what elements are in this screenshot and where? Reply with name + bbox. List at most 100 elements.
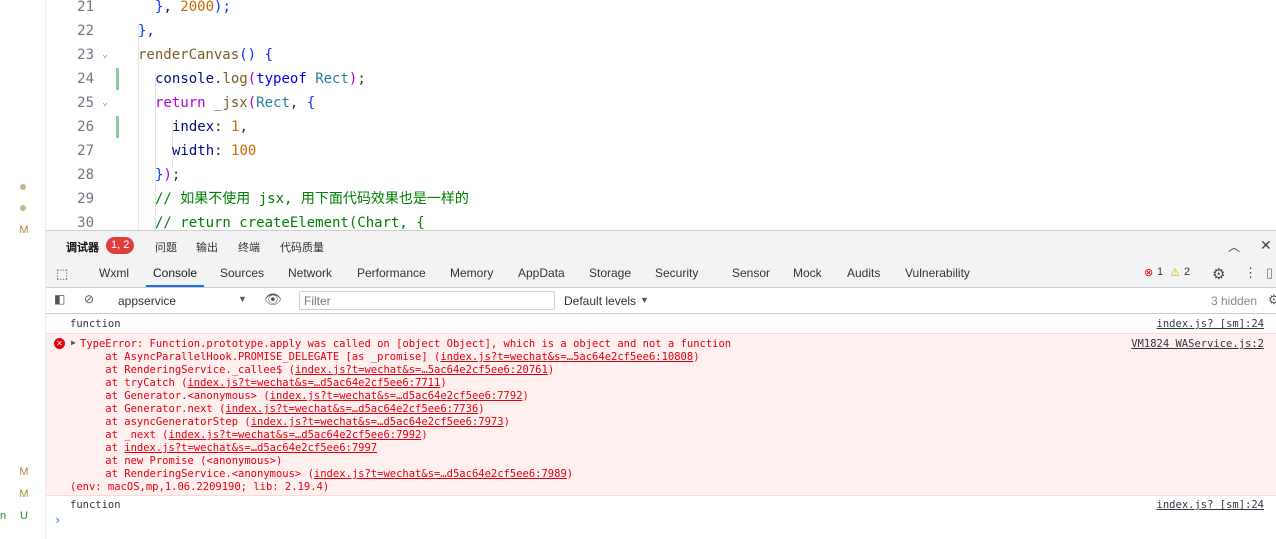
console-message: function index.js? [sm]:24 — [46, 499, 1276, 514]
context-select[interactable]: appservice — [118, 294, 176, 308]
code-line[interactable]: 22}, — [46, 19, 1276, 43]
console-prompt[interactable]: › — [54, 513, 61, 527]
stack-frame-text: at tryCatch ( — [80, 377, 188, 389]
code-line[interactable]: 26 index: 1, — [46, 115, 1276, 139]
source-link[interactable]: index.js? [sm]:24 — [1157, 318, 1264, 330]
modified-line-marker — [116, 116, 119, 138]
tab-debugger[interactable]: 调试器 — [66, 239, 99, 255]
stack-frame: at RenderingService._callee$ (index.js?t… — [80, 364, 554, 377]
code-line[interactable]: 28}); — [46, 163, 1276, 187]
chevron-up-icon[interactable]: ︿ — [1228, 238, 1240, 255]
git-status-marker: M — [19, 466, 29, 478]
fold-chevron-icon[interactable]: ⌄ — [102, 43, 108, 67]
filter-input[interactable] — [299, 291, 555, 310]
tab-console[interactable]: Console — [153, 266, 197, 280]
code-token: , — [163, 0, 181, 15]
console-filterbar: ◧ ⊘ appservice ▼ 👁 Default levels ▼ 3 hi… — [46, 288, 1276, 314]
more-options-icon[interactable]: ⋮ — [1244, 265, 1257, 281]
tab-mock[interactable]: Mock — [793, 266, 822, 280]
stack-frame-link[interactable]: index.js?t=wechat&s=…d5ac64e2cf5ee6:7736 — [225, 403, 478, 415]
stack-frame-text: at _next ( — [80, 429, 169, 441]
console-output[interactable]: function index.js? [sm]:24 ✕ ▶ TypeError… — [46, 315, 1276, 539]
code-token: { — [306, 95, 316, 111]
eye-icon[interactable]: 👁 — [264, 291, 282, 308]
sidebar-toggle-icon[interactable]: ◧ — [54, 292, 65, 306]
warning-count-icon[interactable]: ⚠ — [1170, 266, 1180, 279]
tab-network[interactable]: Network — [288, 266, 332, 280]
stack-frame-text: ) — [421, 429, 428, 441]
code-token: , — [289, 95, 307, 111]
code-text: }, — [138, 19, 155, 43]
dock-icon[interactable]: ▯ — [1266, 265, 1273, 281]
stack-frame-text: at new Promise (<anonymous>) — [80, 455, 283, 467]
line-number: 28 — [77, 167, 94, 183]
tab-sources[interactable]: Sources — [220, 266, 264, 280]
tab-wxml[interactable]: Wxml — [99, 266, 129, 280]
tab-output[interactable]: 输出 — [196, 239, 218, 255]
stack-frame-link[interactable]: index.js?t=wechat&s=…d5ac64e2cf5ee6:7992 — [169, 429, 422, 441]
log-levels-select[interactable]: Default levels — [564, 294, 636, 308]
clear-console-icon[interactable]: ⊘ — [84, 292, 94, 306]
console-settings-icon[interactable]: ⚙ — [1268, 292, 1276, 308]
context-dropdown-icon[interactable]: ▼ — [238, 294, 247, 304]
line-number: 26 — [77, 119, 94, 135]
tab-storage[interactable]: Storage — [589, 266, 631, 280]
stack-frame-link[interactable]: index.js?t=wechat&s=…d5ac64e2cf5ee6:7711 — [187, 377, 440, 389]
code-token: console — [155, 71, 215, 87]
stack-frame-link[interactable]: index.js?t=wechat&s=…5ac64e2cf5ee6:20761 — [295, 364, 548, 376]
tab-appdata[interactable]: AppData — [518, 266, 565, 280]
code-line[interactable]: 27 width: 100 — [46, 139, 1276, 163]
stack-frame: at new Promise (<anonymous>) — [80, 455, 282, 468]
tab-audits[interactable]: Audits — [847, 266, 880, 280]
code-line[interactable]: 29 // 如果不使用 jsx, 用下面代码效果也是一样的 — [46, 187, 1276, 211]
stack-frame-text: at Generator.<anonymous> ( — [80, 390, 270, 402]
expand-triangle-icon[interactable]: ▶ — [71, 338, 76, 347]
code-token: ; — [357, 71, 366, 87]
settings-gear-icon[interactable]: ⚙ — [1212, 265, 1225, 283]
code-token: Rect — [315, 71, 349, 87]
git-status-marker: M — [19, 224, 29, 236]
warning-count[interactable]: 2 — [1184, 266, 1190, 278]
stack-frame-link[interactable]: index.js?t=wechat&s=…d5ac64e2cf5ee6:7973 — [251, 416, 504, 428]
stack-frame: at _next (index.js?t=wechat&s=…d5ac64e2c… — [80, 429, 428, 442]
inspect-element-icon[interactable]: ⬚ — [56, 266, 68, 282]
stack-frame-text: ) — [503, 416, 510, 428]
tab-sensor[interactable]: Sensor — [732, 266, 770, 280]
git-status-marker: U — [20, 510, 28, 522]
stack-frame-link[interactable]: index.js?t=wechat&s=…d5ac64e2cf5ee6:7989 — [314, 468, 567, 480]
code-text: index: 1, — [172, 115, 248, 139]
tab-security[interactable]: Security — [655, 266, 698, 280]
code-editor[interactable]: 21}, 2000); 22}, 23 ⌄ renderCanvas() {24 cons… — [46, 0, 1276, 230]
code-line[interactable]: 30 // return createElement(Chart, { — [46, 211, 1276, 230]
code-line[interactable]: 25 ⌄ return _jsx(Rect, { — [46, 91, 1276, 115]
source-link[interactable]: index.js? [sm]:24 — [1157, 499, 1264, 511]
code-line[interactable]: 21}, 2000); — [46, 0, 1276, 19]
code-token: () { — [239, 47, 273, 63]
code-text: }); — [155, 163, 180, 187]
code-line[interactable]: 23 ⌄ renderCanvas() { — [46, 43, 1276, 67]
tab-terminal[interactable]: 终端 — [238, 239, 260, 255]
fold-chevron-icon[interactable]: ⌄ — [102, 91, 108, 115]
stack-frame-link[interactable]: index.js?t=wechat&s=…d5ac64e2cf5ee6:7997 — [124, 442, 377, 454]
stack-frame: at Generator.<anonymous> (index.js?t=wec… — [80, 390, 529, 403]
code-token: // 如果不使用 jsx, 用下面代码效果也是一样的 — [155, 191, 469, 207]
message-text: function — [70, 318, 121, 330]
env-info: (env: macOS,mp,1.06.2209190; lib: 2.19.4… — [70, 481, 330, 493]
error-source-link[interactable]: VM1824 WAService.js:2 — [1131, 338, 1264, 350]
stack-frame: at tryCatch (index.js?t=wechat&s=…d5ac64… — [80, 377, 446, 390]
code-token: _jsx — [214, 95, 248, 111]
error-count[interactable]: 1 — [1157, 266, 1163, 278]
stack-frame-link[interactable]: index.js?t=wechat&s=…d5ac64e2cf5ee6:7792 — [270, 390, 523, 402]
tab-performance[interactable]: Performance — [357, 266, 426, 280]
tab-memory[interactable]: Memory — [450, 266, 493, 280]
tab-code-quality[interactable]: 代码质量 — [280, 239, 324, 255]
error-count-icon[interactable]: ⊗ — [1144, 266, 1153, 279]
levels-dropdown-icon[interactable]: ▼ — [640, 295, 649, 305]
tab-issues[interactable]: 问题 — [155, 239, 177, 255]
code-line[interactable]: 24 console.log(typeof Rect); — [46, 67, 1276, 91]
code-token: index — [172, 119, 215, 135]
tab-vulnerability[interactable]: Vulnerability — [905, 266, 970, 280]
stack-frame-link[interactable]: index.js?t=wechat&s=…5ac64e2cf5ee6:10808 — [440, 351, 693, 363]
close-icon[interactable]: ✕ — [1260, 237, 1272, 254]
